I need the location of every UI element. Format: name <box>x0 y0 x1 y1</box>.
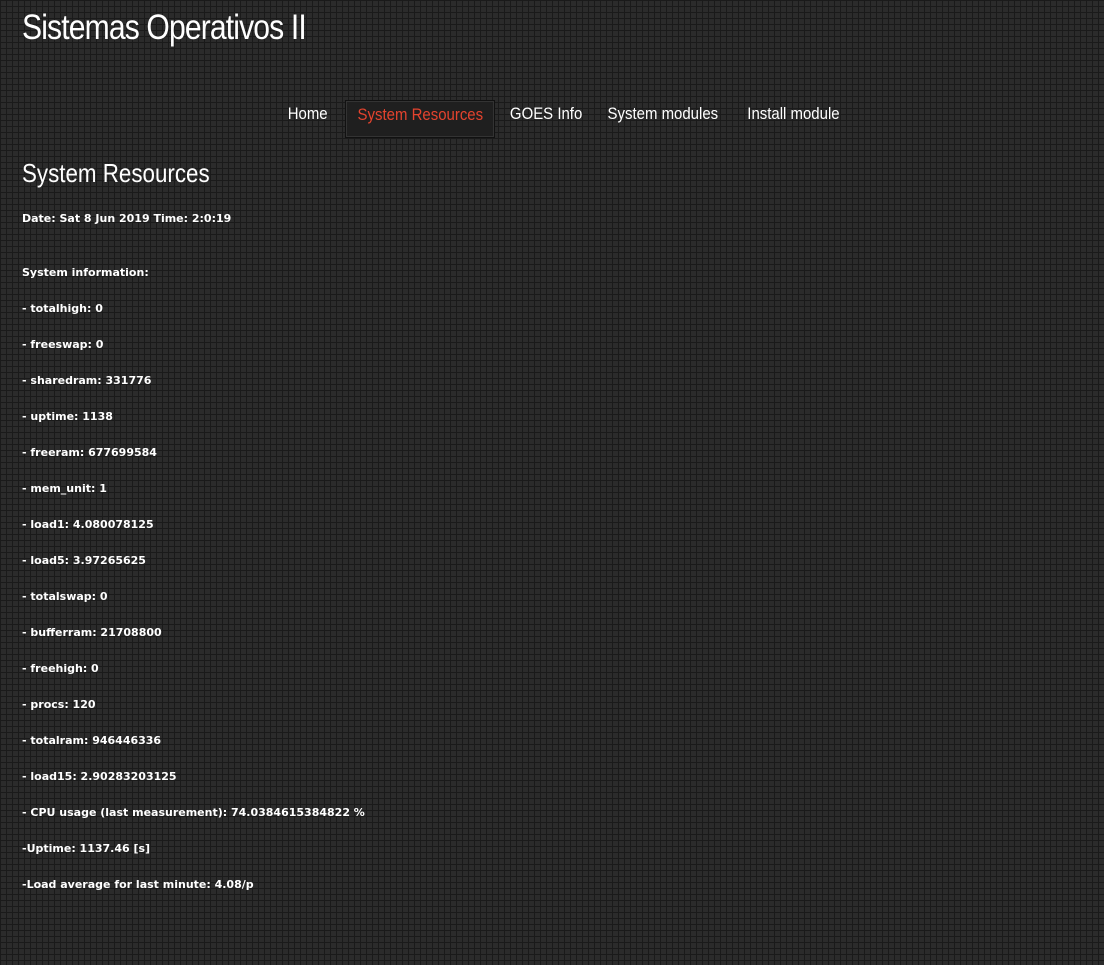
nav-item-system-resources[interactable]: System Resources <box>345 100 495 138</box>
nav-item-label: System Resources <box>357 105 483 124</box>
nav-item-install-module[interactable]: Install module <box>740 100 846 136</box>
system-info-item: - mem_unit: 1 <box>22 482 107 495</box>
nav-item-label: System modules <box>607 104 719 123</box>
system-info-item: - load15: 2.90283203125 <box>22 770 177 783</box>
system-info-item: - totalram: 946446336 <box>22 734 162 747</box>
system-info-item: - totalswap: 0 <box>22 590 108 603</box>
system-info-item: - totalhigh: 0 <box>22 302 103 315</box>
nav-item-goes-info[interactable]: GOES Info <box>505 100 583 136</box>
system-info-item: - sharedram: 331776 <box>22 374 152 387</box>
system-info-item: - uptime: 1138 <box>22 410 113 423</box>
site-title: Sistemas Operativos II <box>22 8 307 47</box>
system-info-item: - CPU usage (last measurement): 74.03846… <box>22 806 365 819</box>
system-info-item: - load5: 3.97265625 <box>22 554 146 567</box>
system-info-item: - load1: 4.080078125 <box>22 518 154 531</box>
main-nav: Home System Resources GOES Info System m… <box>0 100 1104 138</box>
nav-item-label: Install module <box>746 104 840 123</box>
system-info-item: - freehigh: 0 <box>22 662 99 675</box>
nav-item-label: Home <box>288 104 328 123</box>
system-info-item: -Load average for last minute: 4.08/p <box>22 878 254 891</box>
nav-item-label: GOES Info <box>509 104 583 123</box>
nav-item-home[interactable]: Home <box>280 100 336 136</box>
system-info-item: - bufferram: 21708800 <box>22 626 162 639</box>
system-information-title: System information: <box>22 266 149 279</box>
nav-item-system-modules[interactable]: System modules <box>600 100 720 136</box>
date-time-text: Date: Sat 8 Jun 2019 Time: 2:0:19 <box>22 212 232 225</box>
system-info-item: - procs: 120 <box>22 698 96 711</box>
system-info-item: - freeswap: 0 <box>22 338 104 351</box>
system-info-item: -Uptime: 1137.46 [s] <box>22 842 151 855</box>
page-title: System Resources <box>22 158 210 188</box>
system-info-item: - freeram: 677699584 <box>22 446 157 459</box>
